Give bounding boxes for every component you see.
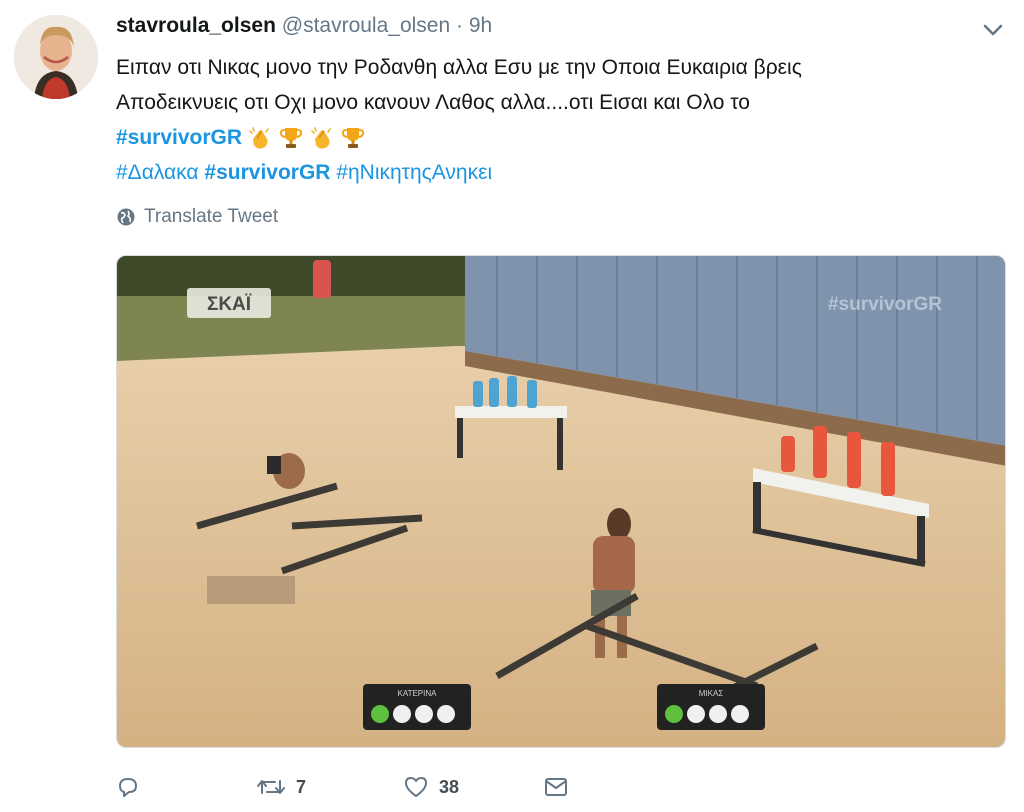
video-frame: ΣΚΑΪ #survivorGR ΚΑΤΕΡΙΝΑ ΜΙΚΑΣ: [117, 256, 1005, 747]
tweet-text-line: Ειπαν οτι Νικας μονο την Ροδανθη αλλα Εσ…: [116, 56, 802, 79]
retweet-button[interactable]: 7: [256, 775, 403, 799]
scoreboard-right-label: ΜΙΚΑΣ: [699, 689, 724, 698]
hashtag-link[interactable]: #Δαλακα: [116, 161, 199, 184]
clapping-hands-icon: [311, 127, 331, 150]
scoreboard-left: ΚΑΤΕΡΙΝΑ: [363, 684, 471, 730]
avatar[interactable]: [14, 15, 98, 99]
translate-tweet-button[interactable]: Translate Tweet: [116, 206, 278, 228]
reply-icon: [119, 778, 137, 797]
globe-icon: [117, 208, 135, 226]
translate-label: Translate Tweet: [144, 206, 279, 227]
scoreboard-right: ΜΙΚΑΣ: [657, 684, 765, 730]
reply-button[interactable]: [116, 775, 256, 799]
display-name[interactable]: stavroula_olsen: [116, 14, 276, 37]
tweet-actions: 7 38: [116, 770, 569, 804]
hashtag-link[interactable]: #survivorGR: [204, 161, 330, 184]
scoreboard-left-label: ΚΑΤΕΡΙΝΑ: [398, 689, 438, 698]
clapping-hands-icon: [249, 127, 269, 150]
like-button[interactable]: 38: [403, 775, 543, 799]
direct-message-button[interactable]: [543, 775, 569, 799]
retweet-count: 7: [296, 776, 307, 797]
tweet-timestamp[interactable]: 9h: [469, 14, 492, 37]
separator-dot: ·: [456, 14, 464, 37]
hashtag-link[interactable]: #ηΝικητηςΑνηκει: [336, 161, 492, 184]
tweet-text-line: #survivorGR: [116, 120, 996, 155]
envelope-icon: [545, 778, 567, 796]
like-count: 38: [439, 776, 460, 797]
retweet-icon: [257, 780, 285, 794]
heart-icon: [405, 777, 427, 797]
tweet-media[interactable]: ΣΚΑΪ #survivorGR ΚΑΤΕΡΙΝΑ ΜΙΚΑΣ: [116, 255, 1006, 748]
tweet-header: stavroula_olsen @stavroula_olsen · 9h: [116, 14, 492, 38]
channel-logo-text: ΣΚΑΪ: [207, 294, 252, 315]
tweet-text-line: #Δαλακα #survivorGR #ηΝικητηςΑνηκει: [116, 155, 996, 190]
avatar-image: [14, 15, 98, 99]
user-handle[interactable]: @stavroula_olsen: [282, 14, 450, 37]
chevron-down-icon[interactable]: [982, 22, 1004, 38]
tweet-text: Ειπαν οτι Νικας μονο την Ροδανθη αλλα Εσ…: [116, 50, 996, 190]
watermark-text: #survivorGR: [828, 294, 942, 315]
trophy-icon: [341, 128, 365, 149]
tweet-text-line: Αποδεικνυεις οτι Οχι μονο κανουν Λαθος α…: [116, 91, 750, 114]
trophy-icon: [279, 128, 303, 149]
hashtag-link[interactable]: #survivorGR: [116, 126, 242, 149]
